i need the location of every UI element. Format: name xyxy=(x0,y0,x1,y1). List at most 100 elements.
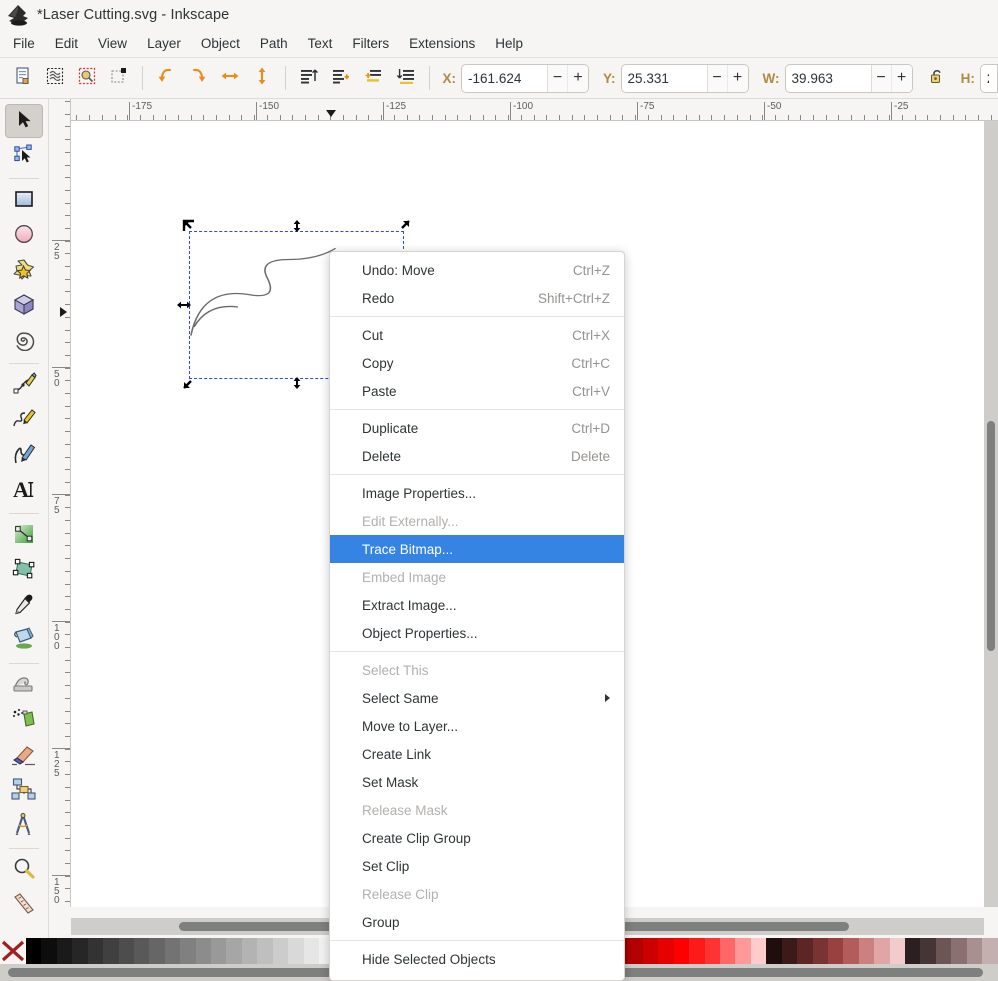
dropper-tool[interactable] xyxy=(5,589,43,623)
palette-swatch[interactable] xyxy=(812,938,828,964)
palette-swatch[interactable] xyxy=(164,938,181,964)
menu-item-hide-selected-objects[interactable]: Hide Selected Objects xyxy=(330,945,624,973)
spiral-tool[interactable] xyxy=(5,324,43,358)
selector-tool[interactable] xyxy=(5,104,43,138)
palette-swatch[interactable] xyxy=(935,938,952,964)
select-all-in-all-layers-button[interactable] xyxy=(7,61,39,95)
x-increment-button[interactable]: + xyxy=(568,64,589,92)
vertical-scrollbar[interactable] xyxy=(984,121,998,907)
selection-handle-sw[interactable] xyxy=(182,376,195,389)
zoom-tool[interactable] xyxy=(5,854,43,888)
menu-object[interactable]: Object xyxy=(191,33,250,54)
palette-swatch[interactable] xyxy=(766,938,782,964)
menu-filters[interactable]: Filters xyxy=(342,33,399,54)
context-menu[interactable]: Undo: Move Ctrl+Z Redo Shift+Ctrl+Z Cut Ctrl+… xyxy=(329,251,625,981)
menu-item-copy[interactable]: Copy Ctrl+C xyxy=(330,349,624,377)
menu-item-duplicate[interactable]: Duplicate Ctrl+D xyxy=(330,414,624,442)
menu-item-cut[interactable]: Cut Ctrl+X xyxy=(330,321,624,349)
menu-file[interactable]: File xyxy=(3,33,45,54)
palette-swatch[interactable] xyxy=(735,938,751,964)
menu-layer[interactable]: Layer xyxy=(137,33,191,54)
menu-item-trace-bitmap[interactable]: Trace Bitmap... xyxy=(330,535,624,563)
selection-handle-nw[interactable] xyxy=(182,219,195,232)
x-input[interactable] xyxy=(462,64,548,92)
palette-swatch[interactable] xyxy=(226,938,242,964)
box3d-tool[interactable] xyxy=(5,289,43,323)
rectangle-tool[interactable] xyxy=(5,184,43,218)
menu-item-create-clip-group[interactable]: Create Clip Group xyxy=(330,824,624,852)
palette-swatch[interactable] xyxy=(658,938,674,964)
lower-to-bottom-button[interactable] xyxy=(390,61,422,95)
palette-swatch[interactable] xyxy=(889,938,906,964)
w-input[interactable] xyxy=(785,64,871,92)
selection-handle-s[interactable] xyxy=(290,376,303,389)
pencil-tool[interactable] xyxy=(5,369,43,403)
palette-swatch[interactable] xyxy=(966,938,983,964)
palette-swatch[interactable] xyxy=(103,938,119,964)
menu-item-image-properties[interactable]: Image Properties... xyxy=(330,479,624,507)
menu-edit[interactable]: Edit xyxy=(45,33,88,54)
raise-button[interactable] xyxy=(325,61,357,95)
no-color-swatch[interactable] xyxy=(0,938,26,964)
palette-swatch[interactable] xyxy=(133,938,150,964)
menu-item-paste[interactable]: Paste Ctrl+V xyxy=(330,377,624,405)
palette-swatch[interactable] xyxy=(195,938,212,964)
palette-swatch[interactable] xyxy=(750,938,767,964)
palette-swatch[interactable] xyxy=(41,938,57,964)
text-tool[interactable]: A xyxy=(5,474,43,508)
lock-aspect-ratio-button[interactable] xyxy=(921,61,953,95)
menu-text[interactable]: Text xyxy=(298,33,343,54)
palette-swatch[interactable] xyxy=(180,938,196,964)
palette-swatch[interactable] xyxy=(303,938,320,964)
vertical-ruler[interactable]: 25 50 75 100 125 150 xyxy=(49,99,71,907)
palette-swatch[interactable] xyxy=(920,938,936,964)
palette-swatch[interactable] xyxy=(781,938,798,964)
palette-swatch[interactable] xyxy=(211,938,227,964)
palette-swatch[interactable] xyxy=(257,938,273,964)
vertical-scrollbar-thumb[interactable] xyxy=(987,421,995,651)
palette-swatch[interactable] xyxy=(241,938,258,964)
palette-swatch[interactable] xyxy=(874,938,890,964)
palette-swatch[interactable] xyxy=(26,938,42,964)
palette-swatch[interactable] xyxy=(689,938,705,964)
palette-swatch[interactable] xyxy=(87,938,104,964)
select-all-button[interactable] xyxy=(39,61,71,95)
menu-view[interactable]: View xyxy=(88,33,137,54)
y-input[interactable] xyxy=(621,64,707,92)
y-decrement-button[interactable]: − xyxy=(707,64,728,92)
menu-item-select-same[interactable]: Select Same xyxy=(330,684,624,712)
w-decrement-button[interactable]: − xyxy=(871,64,892,92)
selection-handle-ne[interactable] xyxy=(397,219,410,232)
menu-extensions[interactable]: Extensions xyxy=(399,33,485,54)
palette-swatch[interactable] xyxy=(56,938,73,964)
menu-item-extract-image[interactable]: Extract Image... xyxy=(330,591,624,619)
palette-swatch[interactable] xyxy=(858,938,875,964)
palette-swatch[interactable] xyxy=(149,938,165,964)
lower-button[interactable] xyxy=(357,61,389,95)
gradient-tool[interactable] xyxy=(5,519,43,553)
menu-item-create-link[interactable]: Create Link xyxy=(330,740,624,768)
palette-swatch[interactable] xyxy=(951,938,967,964)
palette-swatch[interactable] xyxy=(905,938,921,964)
menu-item-redo[interactable]: Redo Shift+Ctrl+Z xyxy=(330,284,624,312)
palette-swatch[interactable] xyxy=(288,938,304,964)
ellipse-tool[interactable] xyxy=(5,219,43,253)
ruler-tool[interactable] xyxy=(5,889,43,923)
paint-bucket-tool[interactable] xyxy=(5,624,43,658)
palette-swatch[interactable] xyxy=(627,938,643,964)
palette-swatch[interactable] xyxy=(797,938,813,964)
h-input[interactable] xyxy=(980,64,995,92)
flip-vertical-button[interactable] xyxy=(246,61,278,95)
palette-swatch[interactable] xyxy=(72,938,88,964)
mesh-gradient-tool[interactable] xyxy=(5,554,43,588)
palette-swatch[interactable] xyxy=(118,938,134,964)
menu-item-delete[interactable]: Delete Delete xyxy=(330,442,624,470)
bezier-tool[interactable] xyxy=(5,404,43,438)
calligraphy-tool[interactable] xyxy=(5,439,43,473)
invert-selection-button[interactable] xyxy=(103,61,135,95)
menu-path[interactable]: Path xyxy=(250,33,298,54)
palette-swatch[interactable] xyxy=(673,938,690,964)
menu-item-undo-move[interactable]: Undo: Move Ctrl+Z xyxy=(330,256,624,284)
selection-handle-w[interactable] xyxy=(176,298,191,311)
rotate-ccw-button[interactable] xyxy=(150,61,182,95)
